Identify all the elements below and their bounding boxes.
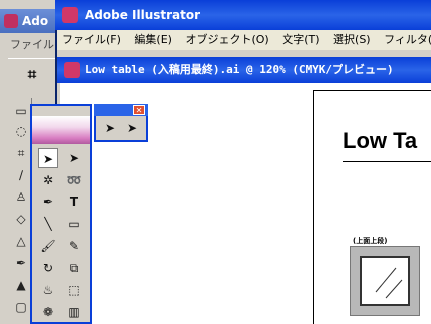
background-tools-column: ▭ ◌ ⌗ ∕ ♙ ◇ △ ✒ ▲ ▢ (10, 98, 32, 324)
pen-icon[interactable]: ✒ (38, 192, 58, 212)
menu-file[interactable]: ファイル(F) (57, 30, 126, 50)
type-icon[interactable]: T (64, 192, 84, 212)
document-icon (64, 62, 80, 78)
brush-icon[interactable]: ∕ (10, 164, 32, 186)
drawing-label: (上面上段) (353, 237, 388, 245)
document-title[interactable]: Low table (入稿用最終).ai @ 120% (CMYK/プレビュー) (57, 57, 431, 83)
lasso-icon[interactable]: ◌ (10, 120, 32, 142)
warp-icon[interactable]: ♨ (38, 280, 58, 300)
menu-type[interactable]: 文字(T) (277, 30, 324, 50)
artboard-edge-top (313, 90, 431, 91)
close-icon[interactable]: ✕ (133, 105, 145, 115)
column-graph-icon[interactable]: ▥ (64, 302, 84, 322)
heading-underline (343, 161, 431, 162)
eraser-icon[interactable]: ◇ (10, 208, 32, 230)
path-select-icon[interactable]: ▲ (10, 274, 32, 296)
menu-bar: ファイル(F) 編集(E) オブジェクト(O) 文字(T) 選択(S) フィルタ… (57, 30, 431, 50)
drawing-panel (360, 256, 410, 306)
document-heading: Low Ta (343, 128, 418, 153)
selection-tool-icon[interactable]: ➤ (38, 148, 58, 168)
menu-edit[interactable]: 編集(E) (129, 30, 177, 50)
window-title[interactable]: Adobe Illustrator (55, 0, 431, 30)
line-segment-icon[interactable]: ╲ (38, 214, 58, 234)
illustrator-logo-icon (4, 14, 18, 28)
selection-arrow-icon[interactable]: ➤ (100, 118, 120, 138)
menu-object[interactable]: オブジェクト(O) (180, 30, 273, 50)
menu-filter[interactable]: フィルタ(L) (379, 30, 431, 50)
magic-wand-icon[interactable]: ✲ (38, 170, 58, 190)
shape-icon[interactable]: ▢ (10, 296, 32, 318)
crop-tool-icon[interactable]: ⌗ (10, 142, 32, 164)
paintbrush-icon[interactable]: 🖌 (38, 236, 58, 256)
tool-grid: ➤ ➤ ✲ ➿ ✒ T ╲ ▭ 🖌 ✎ ↻ ⧉ ♨ ⬚ ❁ ▥ (32, 146, 90, 322)
background-menu-file[interactable]: ファイル(F) (0, 35, 60, 55)
group-selection-icon[interactable]: ➤ (122, 118, 142, 138)
artboard-edge-left (313, 90, 314, 324)
stamp-icon[interactable]: ♙ (10, 186, 32, 208)
scale-icon[interactable]: ⧉ (64, 258, 84, 278)
lasso-tool-icon[interactable]: ➿ (64, 170, 84, 190)
flower-logo (32, 116, 90, 144)
marquee-icon[interactable]: ▭ (10, 100, 32, 122)
pen-tool-icon[interactable]: ✒ (10, 252, 32, 274)
free-transform-icon[interactable]: ⬚ (64, 280, 84, 300)
glass-diagonal-lines (375, 267, 403, 299)
crop-icon[interactable]: ⌗ (22, 64, 42, 84)
direct-selection-tool-icon[interactable]: ➤ (64, 148, 84, 168)
rotate-icon[interactable]: ↻ (38, 258, 58, 278)
symbol-sprayer-icon[interactable]: ❁ (38, 302, 58, 322)
drop-icon[interactable]: △ (10, 230, 32, 252)
app-logo-icon (62, 7, 78, 23)
pencil-icon[interactable]: ✎ (64, 236, 84, 256)
menu-select[interactable]: 選択(S) (328, 30, 376, 50)
rectangle-icon[interactable]: ▭ (64, 214, 84, 234)
